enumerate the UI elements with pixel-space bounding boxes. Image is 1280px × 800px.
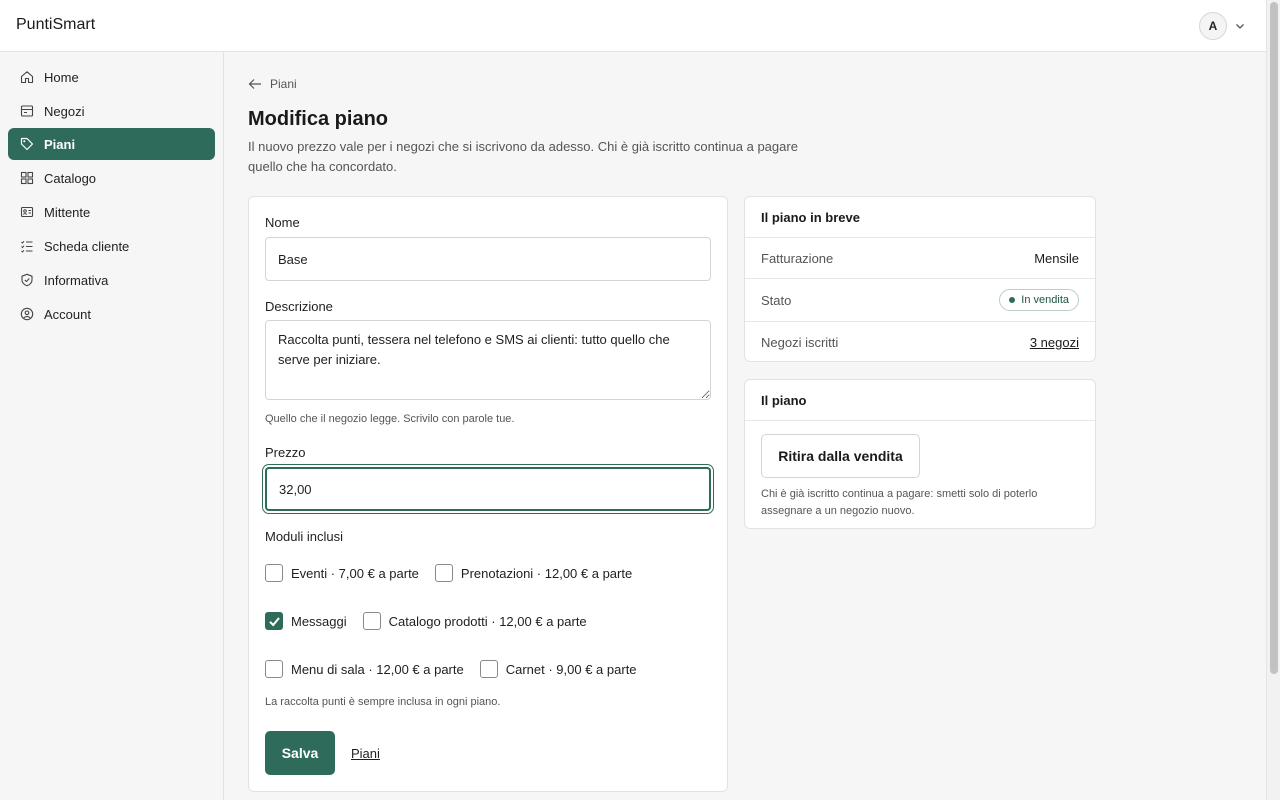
- tag-icon: [19, 137, 34, 152]
- cancel-link[interactable]: Piani: [351, 746, 380, 761]
- modules-help: La raccolta punti è sempre inclusa in og…: [265, 696, 501, 708]
- sidebar-item-label: Catalogo: [44, 170, 97, 186]
- user-circle-icon: [19, 307, 34, 322]
- price-field[interactable]: [265, 467, 711, 511]
- stores-label: Negozi iscritti: [761, 334, 839, 350]
- user-menu[interactable]: A: [1199, 12, 1245, 40]
- stores-link[interactable]: 3 negozi: [1030, 335, 1079, 350]
- withdraw-button[interactable]: Ritira dalla vendita: [761, 434, 920, 478]
- sidebar-item-account[interactable]: Account: [8, 298, 215, 330]
- sidebar-item-label: Account: [44, 306, 91, 322]
- checklist-icon: [19, 239, 34, 254]
- billing-value: Mensile: [1034, 250, 1079, 266]
- module-menu-checkbox[interactable]: Menu di sala · 12,00 € a parte: [265, 660, 464, 678]
- sidebar-item-label: Informativa: [44, 272, 109, 288]
- summary-card: Il piano in breve Fatturazione Mensile S…: [744, 196, 1096, 362]
- modules-label: Moduli inclusi: [265, 529, 344, 544]
- breadcrumb[interactable]: Piani: [248, 76, 297, 92]
- sidebar-item-negozi[interactable]: Negozi: [8, 95, 215, 127]
- name-label: Nome: [265, 215, 300, 230]
- sidebar-item-label: Negozi: [44, 103, 85, 119]
- checkbox-box[interactable]: [265, 660, 283, 678]
- summary-title: Il piano in breve: [745, 197, 1095, 238]
- status-badge: In vendita: [999, 289, 1079, 311]
- top-bar: PuntiSmart A: [0, 0, 1266, 52]
- billing-label: Fatturazione: [761, 250, 834, 266]
- price-label: Prezzo: [265, 445, 306, 460]
- checkbox-box[interactable]: [362, 612, 381, 630]
- grid-icon: [19, 171, 34, 186]
- modules-row: Menu di sala · 12,00 € a parte Carnet · …: [265, 659, 637, 679]
- modules-row: Eventi · 7,00 € a parte Prenotazioni · 1…: [265, 563, 632, 583]
- withdraw-help: Chi è già iscritto continua a pagare: sm…: [761, 488, 1038, 517]
- home-icon: [19, 70, 34, 85]
- sidebar-item-label: Home: [44, 69, 79, 85]
- stores-row: Negozi iscritti 3 negozi: [745, 322, 1095, 362]
- brand-name[interactable]: PuntiSmart: [16, 16, 95, 34]
- main-content: Piani Modifica piano Il nuovo prezzo val…: [224, 52, 1266, 800]
- status-row: Stato In vendita: [745, 279, 1095, 321]
- billing-row: Fatturazione Mensile: [745, 238, 1095, 278]
- checkbox-box[interactable]: [434, 564, 453, 582]
- status-dot-icon: [1009, 297, 1016, 303]
- scrollbar[interactable]: [1266, 0, 1280, 800]
- module-catalogo-checkbox[interactable]: Catalogo prodotti · 12,00 € a parte: [362, 612, 587, 630]
- sidebar-item-label: Mittente: [44, 204, 91, 220]
- sidebar-item-scheda-cliente[interactable]: Scheda cliente: [8, 230, 215, 262]
- checkmark-icon: [268, 616, 280, 626]
- plan-form: Nome Descrizione Raccolta punti, tessera…: [248, 196, 728, 792]
- chevron-down-icon: [1236, 24, 1244, 29]
- id-card-icon: [19, 205, 34, 220]
- sidebar: Home Negozi Piani Catalogo Mittente Sche…: [0, 52, 224, 800]
- module-label: Menu di sala · 12,00 € a parte: [291, 661, 464, 677]
- module-label: Messaggi: [291, 613, 347, 629]
- save-button[interactable]: Salva: [265, 731, 335, 775]
- module-label: Catalogo prodotti · 12,00 € a parte: [388, 613, 587, 629]
- module-label: Carnet · 9,00 € a parte: [505, 661, 637, 677]
- module-eventi-checkbox[interactable]: Eventi · 7,00 € a parte: [265, 564, 419, 582]
- shield-check-icon: [19, 273, 34, 288]
- module-label: Eventi · 7,00 € a parte: [291, 565, 419, 581]
- sidebar-item-label: Piani: [44, 136, 76, 152]
- module-messaggi-checkbox[interactable]: Messaggi: [265, 612, 347, 630]
- store-icon: [19, 104, 34, 119]
- sidebar-item-mittente[interactable]: Mittente: [8, 196, 215, 228]
- module-label: Prenotazioni · 12,00 € a parte: [460, 565, 633, 581]
- checkbox-box[interactable]: [265, 564, 283, 582]
- sidebar-item-catalogo[interactable]: Catalogo: [8, 162, 215, 194]
- sidebar-item-piani[interactable]: Piani: [8, 128, 215, 160]
- sidebar-item-home[interactable]: Home: [8, 61, 215, 93]
- page-title: Modifica piano: [248, 108, 388, 130]
- modules-row: Messaggi Catalogo prodotti · 12,00 € a p…: [265, 611, 587, 631]
- description-label: Descrizione: [265, 299, 333, 314]
- description-field[interactable]: Raccolta punti, tessera nel telefono e S…: [265, 320, 711, 400]
- module-carnet-checkbox[interactable]: Carnet · 9,00 € a parte: [479, 660, 637, 678]
- status-label: Stato: [761, 292, 792, 308]
- description-help: Quello che il negozio legge. Scrivilo co…: [265, 413, 515, 425]
- avatar[interactable]: A: [1199, 12, 1227, 40]
- name-field[interactable]: [265, 237, 711, 281]
- page-description: Il nuovo prezzo vale per i negozi che si…: [248, 139, 798, 174]
- status-badge-text: In vendita: [1021, 294, 1069, 306]
- module-prenotazioni-checkbox[interactable]: Prenotazioni · 12,00 € a parte: [434, 564, 633, 582]
- plan-card: Il piano Ritira dalla vendita Chi è già …: [744, 379, 1096, 529]
- checkbox-box[interactable]: [265, 612, 283, 630]
- scrollbar-thumb[interactable]: [1270, 2, 1278, 674]
- plan-title: Il piano: [745, 380, 1095, 421]
- arrow-left-icon: [248, 79, 261, 89]
- sidebar-item-label: Scheda cliente: [44, 238, 130, 254]
- breadcrumb-label: Piani: [270, 77, 297, 91]
- checkbox-box[interactable]: [479, 660, 498, 678]
- sidebar-item-informativa[interactable]: Informativa: [8, 264, 215, 296]
